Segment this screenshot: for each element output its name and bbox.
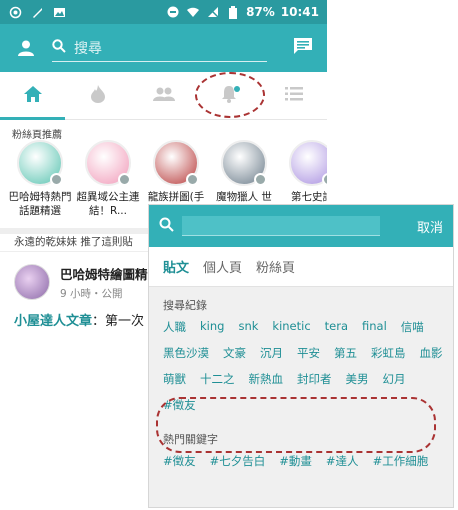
flame-icon: [91, 84, 106, 107]
search-icon: [52, 38, 66, 57]
fanpage-section-title: 粉絲頁推薦: [12, 130, 62, 141]
history-keyword[interactable]: 新熱血: [249, 371, 284, 387]
image-icon: [52, 5, 66, 19]
history-keyword[interactable]: 第五: [334, 345, 357, 361]
list-icon: [285, 86, 304, 105]
history-label: 搜尋紀錄: [163, 299, 207, 312]
avatar: [289, 140, 327, 186]
tab-menu[interactable]: [262, 72, 327, 119]
history-keyword[interactable]: 文豪: [223, 345, 246, 361]
history-keyword[interactable]: 沉月: [260, 345, 283, 361]
hot-keywords-list: #徵友 #七夕告白 #動畫 #達人 #工作細胞: [149, 447, 453, 469]
fanpage-name: 超異域公主連結！R...: [76, 191, 140, 217]
post-meta: 9 小時・公開: [60, 288, 123, 300]
people-icon: [152, 86, 175, 105]
avatar: [153, 140, 199, 186]
clock: 10:41: [280, 5, 319, 19]
history-keyword[interactable]: 人職: [163, 319, 186, 335]
history-keyword[interactable]: 美男: [346, 371, 369, 387]
sword-icon: [30, 5, 44, 19]
check-icon: [186, 173, 199, 186]
tab-hot[interactable]: [65, 72, 130, 119]
battery-percent: 87%: [246, 5, 275, 19]
do-not-disturb-icon: [166, 5, 180, 19]
post-header: 巴哈姆特繪圖精 9 小時・公開: [14, 264, 148, 301]
check-icon: [254, 173, 267, 186]
message-icon[interactable]: [293, 37, 313, 59]
avatar: [85, 140, 131, 186]
history-keyword[interactable]: kinetic: [272, 319, 310, 335]
history-keyword[interactable]: 彩虹島: [371, 345, 406, 361]
avatar: [221, 140, 267, 186]
status-bar: 87% 10:41: [0, 0, 327, 24]
search-tab[interactable]: 個人頁: [203, 257, 242, 276]
search-tab[interactable]: 粉絲頁: [256, 257, 295, 276]
fanpage-item[interactable]: 超異域公主連結！R...: [76, 140, 140, 224]
overlay-search-bar: 取消: [149, 205, 453, 247]
no-signal-icon: [206, 5, 220, 19]
hot-keyword[interactable]: #七夕告白: [210, 453, 266, 469]
history-keyword[interactable]: 信喵: [401, 319, 424, 335]
battery-icon: [226, 5, 240, 19]
history-keyword[interactable]: 封印者: [297, 371, 332, 387]
history-list: 人職 king snk kinetic tera final 信喵黑色沙漠 文豪 沉月 平安 第五彩…: [149, 313, 453, 413]
history-keyword[interactable]: 萌獸: [163, 371, 186, 387]
history-keyword[interactable]: tera: [325, 319, 348, 335]
history-keyword[interactable]: snk: [238, 319, 258, 335]
history-keyword[interactable]: king: [200, 319, 224, 335]
cancel-button[interactable]: 取消: [417, 217, 443, 236]
check-icon: [322, 173, 327, 186]
search-bar[interactable]: 搜尋: [52, 34, 267, 62]
wifi-icon: [186, 5, 200, 19]
search-icon: [159, 217, 174, 236]
profile-icon[interactable]: [0, 39, 52, 57]
hot-keyword[interactable]: #工作細胞: [373, 453, 429, 469]
post-body[interactable]: 小屋達人文章：第一次: [14, 310, 144, 329]
tab-friends[interactable]: [131, 72, 196, 119]
hot-keyword[interactable]: #徵友: [163, 453, 196, 469]
avatar: [17, 140, 63, 186]
post-category: 小屋達人文章: [14, 314, 93, 329]
fanpage-item[interactable]: 巴哈姆特熱門話題精選: [8, 140, 72, 224]
fanpage-name: 巴哈姆特熱門話題精選: [8, 191, 72, 217]
history-keyword[interactable]: 黑色沙漠: [163, 345, 209, 361]
hot-keyword[interactable]: #達人: [326, 453, 359, 469]
search-overlay: 取消 貼文 個人頁 粉絲頁 搜尋紀錄 人職 king snk kinetic tera fin…: [148, 204, 454, 508]
search-input[interactable]: [182, 216, 380, 236]
history-keyword[interactable]: 平安: [297, 345, 320, 361]
history-keyword[interactable]: final: [362, 319, 387, 335]
history-keyword[interactable]: 幻月: [383, 371, 406, 387]
check-icon: [50, 173, 63, 186]
search-placeholder: 搜尋: [74, 40, 102, 57]
tab-notifications[interactable]: [196, 72, 261, 119]
home-icon: [23, 85, 42, 106]
circle-icon: [8, 5, 22, 19]
history-keyword[interactable]: #徵友: [163, 397, 196, 413]
post-text: ：第一次: [92, 314, 145, 329]
search-type-tabs: 貼文 個人頁 粉絲頁: [149, 247, 453, 287]
main-tabs: [0, 72, 327, 120]
history-keyword[interactable]: 血影: [420, 345, 443, 361]
search-tab[interactable]: 貼文: [163, 257, 189, 276]
app-bar: 搜尋: [0, 24, 327, 72]
check-icon: [118, 173, 131, 186]
post-author[interactable]: 巴哈姆特繪圖精: [60, 264, 148, 283]
tab-home[interactable]: [0, 72, 66, 120]
hot-keyword[interactable]: #動畫: [279, 453, 312, 469]
hot-keywords-label: 熱門關鍵字: [163, 433, 218, 446]
notification-dot: [234, 86, 241, 92]
history-keyword[interactable]: 十二之: [200, 371, 235, 387]
avatar[interactable]: [14, 264, 50, 300]
